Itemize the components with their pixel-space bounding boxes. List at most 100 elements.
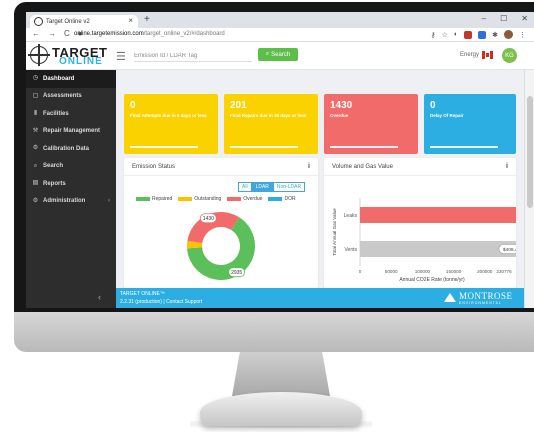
y-axis-label: Total Annual Gas Value (332, 208, 337, 256)
minimize-icon[interactable]: – (482, 14, 486, 23)
logo-word-online: ONLINE (59, 56, 103, 67)
stat-card-label: Overdue (330, 113, 349, 118)
chevron-left-icon: ‹ (108, 198, 110, 205)
footer-version: 2.2.31 (production) (120, 299, 162, 305)
search-button-label: Search (271, 51, 291, 58)
stat-card-progress (430, 146, 498, 148)
sidebar-item-search[interactable]: ⌕ Search (26, 158, 116, 176)
sidebar-item-dashboard[interactable]: ◷ Dashboard (26, 70, 116, 88)
emission-search-input[interactable] (134, 50, 252, 62)
close-window-icon[interactable]: ✕ (521, 14, 528, 23)
stat-card-delay-of-repair[interactable]: 0 Delay Of Repair (424, 94, 516, 154)
volume-gas-panel: Volume and Gas Value i Leaks$1,147,237Ve… (324, 158, 516, 288)
scrollbar-thumb[interactable] (527, 96, 533, 208)
sidebar-collapse-icon[interactable]: ‹ (98, 292, 101, 302)
sidebar-item-calibration-data[interactable]: ⚙ Calibration Data (26, 140, 116, 158)
monitor-stand-neck (232, 352, 330, 396)
sidebar-item-label: Administration (43, 198, 86, 205)
stat-card-value: 1430 (330, 100, 353, 111)
sidebar-item-administration[interactable]: ⚙ Administration ‹ (26, 193, 116, 211)
contact-support-link[interactable]: Contact Support (166, 299, 202, 305)
sidebar-item-repair-management[interactable]: ⚒ Repair Management (26, 123, 116, 141)
x-axis-label: Annual CO2E Rate (tonne/yr) (399, 277, 465, 283)
address-bar: ← → C ● online.targetemission.com/target… (26, 28, 534, 42)
kebab-menu-icon[interactable]: ⋮ (519, 31, 526, 39)
forward-icon[interactable]: → (48, 29, 56, 38)
stat-card-final-attempts[interactable]: 0 Final Attempts due in 5 days or less (124, 94, 218, 154)
url-host: online.targetemission.com (74, 31, 144, 37)
screen: Target Online v2 × + – ☐ ✕ ← → C ● onlin… (26, 12, 534, 308)
sidebar-item-label: Search (43, 163, 64, 170)
browser-tab-bar: Target Online v2 × + – ☐ ✕ (26, 12, 534, 28)
extension-red-icon[interactable] (464, 30, 473, 39)
sidebar-item-label: Facilities (43, 110, 69, 117)
url-path: /target_online_v2/#/dashboard (143, 31, 225, 37)
bar-data-label: $408,432 (503, 247, 516, 253)
page-scrollbar[interactable] (524, 70, 534, 308)
x-tick-label: 200000 (477, 269, 493, 274)
sidebar-item-assessments[interactable]: ▢ Assessments (26, 88, 116, 106)
app-footer: TARGET ONLINE™ 2.2.31 (production) | Con… (116, 288, 524, 308)
search-icon: ⌕ (265, 51, 270, 57)
user-avatar[interactable]: KG (502, 48, 517, 63)
back-icon[interactable]: ← (32, 29, 40, 38)
category-label: Leaks (344, 213, 358, 219)
donut-data-label: 2935 (231, 270, 242, 276)
sidebar-item-label: Calibration Data (43, 145, 90, 152)
brand-subtitle: ENVIRONMENTAL (459, 301, 502, 305)
stat-card-label: Final Attempts due in 5 days or less (130, 113, 207, 118)
stat-card-final-repairs[interactable]: 201 Final Repairs due in 30 days or less (224, 94, 318, 154)
url-field[interactable]: online.targetemission.com/target_online_… (74, 31, 225, 37)
sidebar-item-label: Reports (43, 180, 66, 187)
stat-card-progress (330, 146, 398, 148)
x-tick-label: 100000 (415, 269, 431, 274)
x-tick-label: 230776 (496, 269, 512, 274)
montrose-logo: MONTROSE ENVIRONMENTAL (444, 291, 522, 306)
bar-leaks[interactable] (360, 207, 516, 223)
stat-card-value: 201 (230, 100, 247, 111)
star-icon[interactable]: ☆ (442, 31, 448, 39)
key-icon[interactable]: ⚷ (430, 31, 435, 39)
target-online-logo[interactable]: TARGET ONLINE (28, 44, 110, 67)
reload-icon[interactable]: C (64, 29, 70, 38)
footer-version-line: 2.2.31 (production) | Contact Support (120, 299, 202, 305)
puzzle-icon[interactable]: ✱ (492, 31, 498, 39)
stat-card-overdue[interactable]: 1430 Overdue (324, 94, 418, 154)
extension-blue-icon[interactable] (478, 30, 487, 39)
monitor-chin (14, 312, 534, 352)
profile-avatar-icon[interactable] (504, 30, 513, 39)
dashboard-icon: ◷ (32, 75, 39, 82)
browser-extensions: ⚷ ☆ ◐ ✱ ⋮ (430, 30, 526, 39)
bar-vents[interactable] (360, 241, 516, 257)
maximize-icon[interactable]: ☐ (500, 14, 507, 23)
stat-card-progress (230, 146, 298, 148)
sidebar-item-reports[interactable]: ▤ Reports (26, 175, 116, 193)
sidebar-item-facilities[interactable]: ▮ Facilities (26, 105, 116, 123)
canada-flag-icon[interactable] (482, 51, 493, 59)
stat-card-progress (130, 146, 198, 148)
bar-chart-icon: ▮ (33, 110, 38, 117)
target-favicon-icon (34, 17, 43, 26)
x-tick-label: 0 (359, 269, 362, 274)
sidebar-item-label: Assessments (43, 93, 82, 100)
emission-status-panel: Emission Status i All LDAR Non-LDAR Repa… (124, 158, 318, 288)
search-button[interactable]: ⌕ Search (258, 48, 298, 61)
browser-tab[interactable]: Target Online v2 × (30, 15, 138, 28)
ghost-icon[interactable]: ◐ (454, 31, 458, 38)
hamburger-menu-icon[interactable]: ☰ (116, 50, 126, 63)
x-tick-label: 150000 (446, 269, 462, 274)
gear-icon: ⚙ (32, 145, 39, 152)
footer-title: TARGET ONLINE™ (120, 291, 165, 297)
mountain-logo-icon (444, 293, 456, 302)
tab-title: Target Online v2 (46, 18, 90, 25)
settings-icon: ⚙ (32, 197, 39, 204)
app-header: TARGET ONLINE ☰ ⌕ Search Energy KG (26, 42, 534, 70)
document-icon: ▤ (32, 180, 39, 187)
x-tick-label: 50000 (385, 269, 398, 274)
wrench-icon: ⚒ (32, 127, 39, 134)
new-tab-icon[interactable]: + (144, 14, 150, 25)
donut-data-label: 1430 (203, 216, 214, 222)
sidebar: ◷ Dashboard ▢ Assessments ▮ Facilities ⚒… (26, 70, 116, 308)
energy-label: Energy (460, 52, 480, 58)
tab-close-icon[interactable]: × (128, 16, 133, 25)
